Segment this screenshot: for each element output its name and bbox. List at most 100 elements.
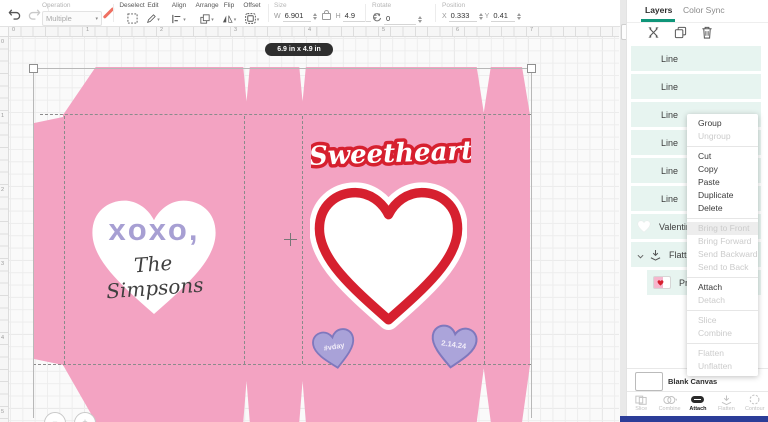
menu-item-delete[interactable]: Delete — [687, 202, 758, 215]
operation-select[interactable]: Multiple ▾ — [42, 11, 102, 26]
trash-icon[interactable] — [701, 26, 715, 40]
combine-button[interactable]: Combine — [657, 394, 683, 412]
layer-label: Line — [661, 53, 679, 64]
align-button[interactable]: Align ▾ — [166, 2, 192, 29]
flip-icon — [222, 11, 233, 29]
width-field[interactable]: 6.901 — [282, 10, 311, 22]
box-glue-tab[interactable] — [33, 117, 63, 365]
linetype-color-swatch[interactable] — [98, 6, 115, 20]
size-group: Size W 6.901 H 4.9 — [274, 2, 377, 22]
operation-label: Operation — [42, 2, 71, 9]
arrange-button[interactable]: Arrange ▾ — [192, 2, 222, 29]
menu-divider — [687, 277, 758, 278]
x-label: X — [442, 12, 447, 20]
flatten-button[interactable]: Flatten — [713, 394, 739, 412]
tab-color-sync[interactable]: Color Sync — [683, 5, 725, 15]
selection-size-badge: 6.9 in x 4.9 in — [265, 43, 333, 56]
align-icon — [172, 11, 182, 29]
slice-icon — [628, 394, 654, 405]
operation-group: Operation Multiple ▾ — [42, 2, 102, 26]
size-label: Size — [274, 2, 287, 9]
menu-item-unflatten[interactable]: Unflatten — [687, 360, 758, 373]
redo-icon[interactable] — [28, 7, 42, 21]
menu-item-bring-forward[interactable]: Bring Forward — [687, 235, 758, 248]
blank-canvas-swatch[interactable] — [635, 372, 663, 391]
xoxo-text[interactable]: xoxo, — [92, 212, 216, 248]
offset-icon — [244, 11, 256, 29]
position-label: Position — [442, 2, 466, 9]
menu-item-send-to-back[interactable]: Send to Back — [687, 261, 758, 274]
ruler-tick-label: 6 — [456, 27, 460, 33]
offset-button[interactable]: Offset ▾ — [238, 2, 266, 29]
y-stepper[interactable] — [517, 12, 522, 20]
menu-item-slice[interactable]: Slice — [687, 314, 758, 327]
ruler-tick-label: 4 — [1, 335, 5, 341]
menu-item-group[interactable]: Group — [687, 117, 758, 130]
flip-button[interactable]: Flip ▾ — [220, 2, 238, 29]
menu-item-combine[interactable]: Combine — [687, 327, 758, 340]
rotate-icon — [372, 10, 382, 28]
menu-item-duplicate[interactable]: Duplicate — [687, 189, 758, 202]
attach-button[interactable]: Attach — [685, 394, 711, 412]
ruler-tick-label: 0 — [12, 27, 16, 33]
rotate-label: Rotate — [372, 2, 392, 9]
sweetheart-title[interactable]: Sweetheart — [305, 132, 477, 181]
heart-frame[interactable] — [309, 181, 468, 338]
fold-line — [302, 116, 303, 364]
width-label: W — [274, 12, 281, 20]
menu-item-attach[interactable]: Attach — [687, 281, 758, 294]
menu-item-ungroup[interactable]: Ungroup — [687, 130, 758, 143]
edit-button[interactable]: Edit ▾ — [143, 2, 163, 29]
chevron-down-icon[interactable] — [637, 246, 644, 264]
x-field[interactable]: 0.333 — [448, 10, 477, 22]
ruler-tick-label: 1 — [86, 27, 90, 33]
layer-row-line[interactable]: Line — [631, 46, 761, 71]
selection-border-top — [33, 68, 531, 69]
menu-item-flatten[interactable]: Flatten — [687, 347, 758, 360]
x-stepper[interactable] — [478, 12, 483, 20]
height-field[interactable]: 4.9 — [342, 10, 371, 22]
chevron-down-icon: ▾ — [157, 17, 160, 23]
ruler-tick-label: 3 — [1, 261, 5, 267]
toolbar: Operation Multiple ▾ Deselect Edit ▾ Ali… — [0, 0, 620, 27]
panel-tabs: Layers Color Sync — [627, 0, 768, 23]
tab-layers[interactable]: Layers — [645, 5, 672, 15]
arrange-icon — [200, 11, 210, 29]
contour-button[interactable]: Contour — [742, 394, 768, 412]
chevron-down-icon: ▾ — [211, 17, 214, 23]
lock-icon[interactable] — [321, 9, 331, 20]
box-top-flap[interactable] — [63, 67, 530, 115]
ruler-tick-label: 5 — [1, 409, 5, 415]
cricut-design-space-window: Operation Multiple ▾ Deselect Edit ▾ Ali… — [0, 0, 768, 422]
blank-canvas-label: Blank Canvas — [668, 377, 718, 386]
fold-line — [244, 116, 245, 364]
flatten-icon — [713, 394, 739, 405]
candy-heart-vday[interactable]: #vday — [308, 324, 362, 379]
menu-item-send-backward[interactable]: Send Backward — [687, 248, 758, 261]
rotate-stepper[interactable] — [418, 15, 422, 23]
menu-divider — [687, 218, 758, 219]
selection-handle[interactable] — [527, 64, 536, 73]
width-stepper[interactable] — [312, 12, 317, 20]
y-label: Y — [484, 12, 490, 20]
menu-item-paste[interactable]: Paste — [687, 176, 758, 189]
undo-icon[interactable] — [8, 7, 22, 21]
slice-button[interactable]: Slice — [628, 394, 654, 412]
ungroup-icon[interactable] — [647, 26, 661, 40]
layer-row-line[interactable]: Line — [631, 74, 761, 99]
y-field[interactable]: 0.41 — [491, 10, 516, 22]
signature-text[interactable]: The Simpsons — [84, 247, 223, 304]
fold-line — [64, 116, 65, 364]
menu-item-copy[interactable]: Copy — [687, 163, 758, 176]
candy-heart-date[interactable]: 2.14.24 — [425, 321, 482, 379]
selection-handle[interactable] — [29, 64, 38, 73]
rotate-field[interactable]: 0 — [384, 13, 416, 25]
duplicate-icon[interactable] — [674, 26, 688, 40]
layer-tools — [627, 23, 768, 45]
ruler-tick-label: 0 — [1, 39, 5, 45]
menu-item-bring-to-front[interactable]: Bring to Front — [687, 222, 758, 235]
chevron-down-icon: ▾ — [233, 17, 237, 23]
layer-label: Line — [661, 81, 679, 92]
menu-item-cut[interactable]: Cut — [687, 150, 758, 163]
menu-item-detach[interactable]: Detach — [687, 294, 758, 307]
